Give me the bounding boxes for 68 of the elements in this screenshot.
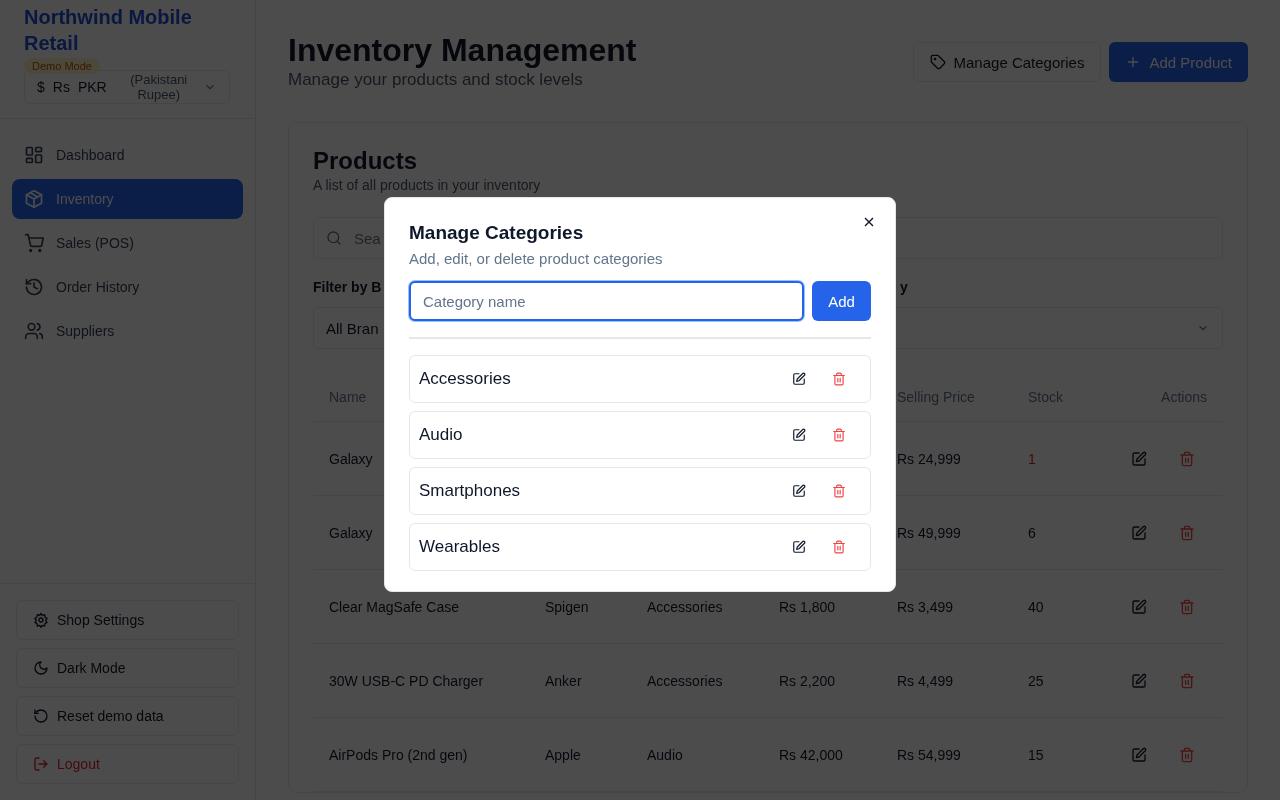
edit-icon[interactable] [792, 428, 806, 442]
reset-icon [33, 708, 49, 724]
add-button[interactable]: Add [812, 281, 871, 321]
table-cell: Rs 1,800 [779, 598, 836, 615]
brand-name: Northwind Mobile Retail [24, 5, 193, 56]
delete-icon[interactable] [832, 372, 846, 386]
table-cell: Rs 4,499 [897, 672, 954, 689]
category-name: Audio [419, 425, 464, 445]
sidebar-button[interactable]: Dark Mode [16, 648, 239, 688]
manage-categories-button[interactable]: Manage Categories [912, 42, 1102, 82]
filter-label: y [900, 279, 908, 297]
history-icon [24, 277, 44, 297]
tag-icon [929, 54, 946, 70]
table-cell: Audio [647, 746, 683, 763]
table-cell: Rs 24,999 [897, 450, 961, 467]
table-cell: Rs 42,000 [779, 746, 843, 763]
box-icon [24, 189, 44, 209]
sidebar-button[interactable]: Shop Settings [16, 600, 239, 640]
table-cell: Rs 54,999 [897, 746, 961, 763]
demo-badge: Demo Mode [24, 58, 100, 74]
page-title: Inventory Management [288, 32, 637, 68]
table-cell: Anker [545, 672, 582, 689]
card-title: Products [313, 147, 418, 175]
nav-item[interactable]: Order History [12, 267, 243, 307]
category-name: Smartphones [419, 481, 522, 501]
product-name: Galaxy [329, 524, 373, 541]
moon-icon [33, 660, 49, 676]
edit-icon[interactable] [792, 540, 806, 554]
settings-icon [33, 612, 49, 628]
category-name: Wearables [419, 537, 501, 557]
table-cell: Rs 2,200 [779, 672, 836, 689]
nav-item[interactable]: Inventory [12, 179, 243, 219]
table-cell: Rs 49,999 [897, 524, 961, 541]
stock-count: 40 [1028, 598, 1044, 615]
edit-icon[interactable] [792, 484, 806, 498]
users-icon [24, 321, 44, 341]
cart-icon [24, 233, 44, 253]
product-name: 30W USB-C PD Charger [329, 672, 484, 689]
delete-icon[interactable] [832, 428, 846, 442]
product-name: AirPods Pro (2nd gen) [329, 746, 468, 763]
table-cell: Accessories [647, 672, 723, 689]
sidebar-button[interactable]: Logout [16, 744, 239, 784]
table-cell: Apple [545, 746, 581, 763]
nav-item[interactable]: Dashboard [12, 135, 243, 175]
edit-icon[interactable] [792, 372, 806, 386]
grid-icon [24, 145, 44, 165]
table-cell: Rs 3,499 [897, 598, 954, 615]
stock-count: 25 [1028, 672, 1044, 689]
nav-item[interactable]: Sales (POS) [12, 223, 243, 263]
delete-icon[interactable] [832, 540, 846, 554]
table-cell: Spigen [545, 598, 589, 615]
delete-icon[interactable] [832, 484, 846, 498]
stock-count: 6 [1028, 524, 1036, 541]
stock-count: 1 [1028, 450, 1036, 467]
product-name: Galaxy [329, 450, 373, 467]
dialog-title: Manage Categories [409, 222, 585, 244]
add-product-button[interactable]: Add Product [1109, 42, 1248, 82]
product-name: Clear MagSafe Case [329, 598, 459, 615]
stock-count: 15 [1028, 746, 1044, 763]
category-input[interactable]: Category name [409, 281, 804, 321]
sidebar-button[interactable]: Reset demo data [16, 696, 239, 736]
dialog-subtitle: Add, edit, or delete product categories [409, 250, 664, 267]
logout-icon [33, 756, 49, 772]
filter-label: Filter by B [313, 279, 382, 297]
nav-item[interactable]: Suppliers [12, 311, 243, 351]
table-cell: Accessories [647, 598, 723, 615]
category-name: Accessories [419, 369, 512, 389]
search-icon [326, 230, 342, 246]
